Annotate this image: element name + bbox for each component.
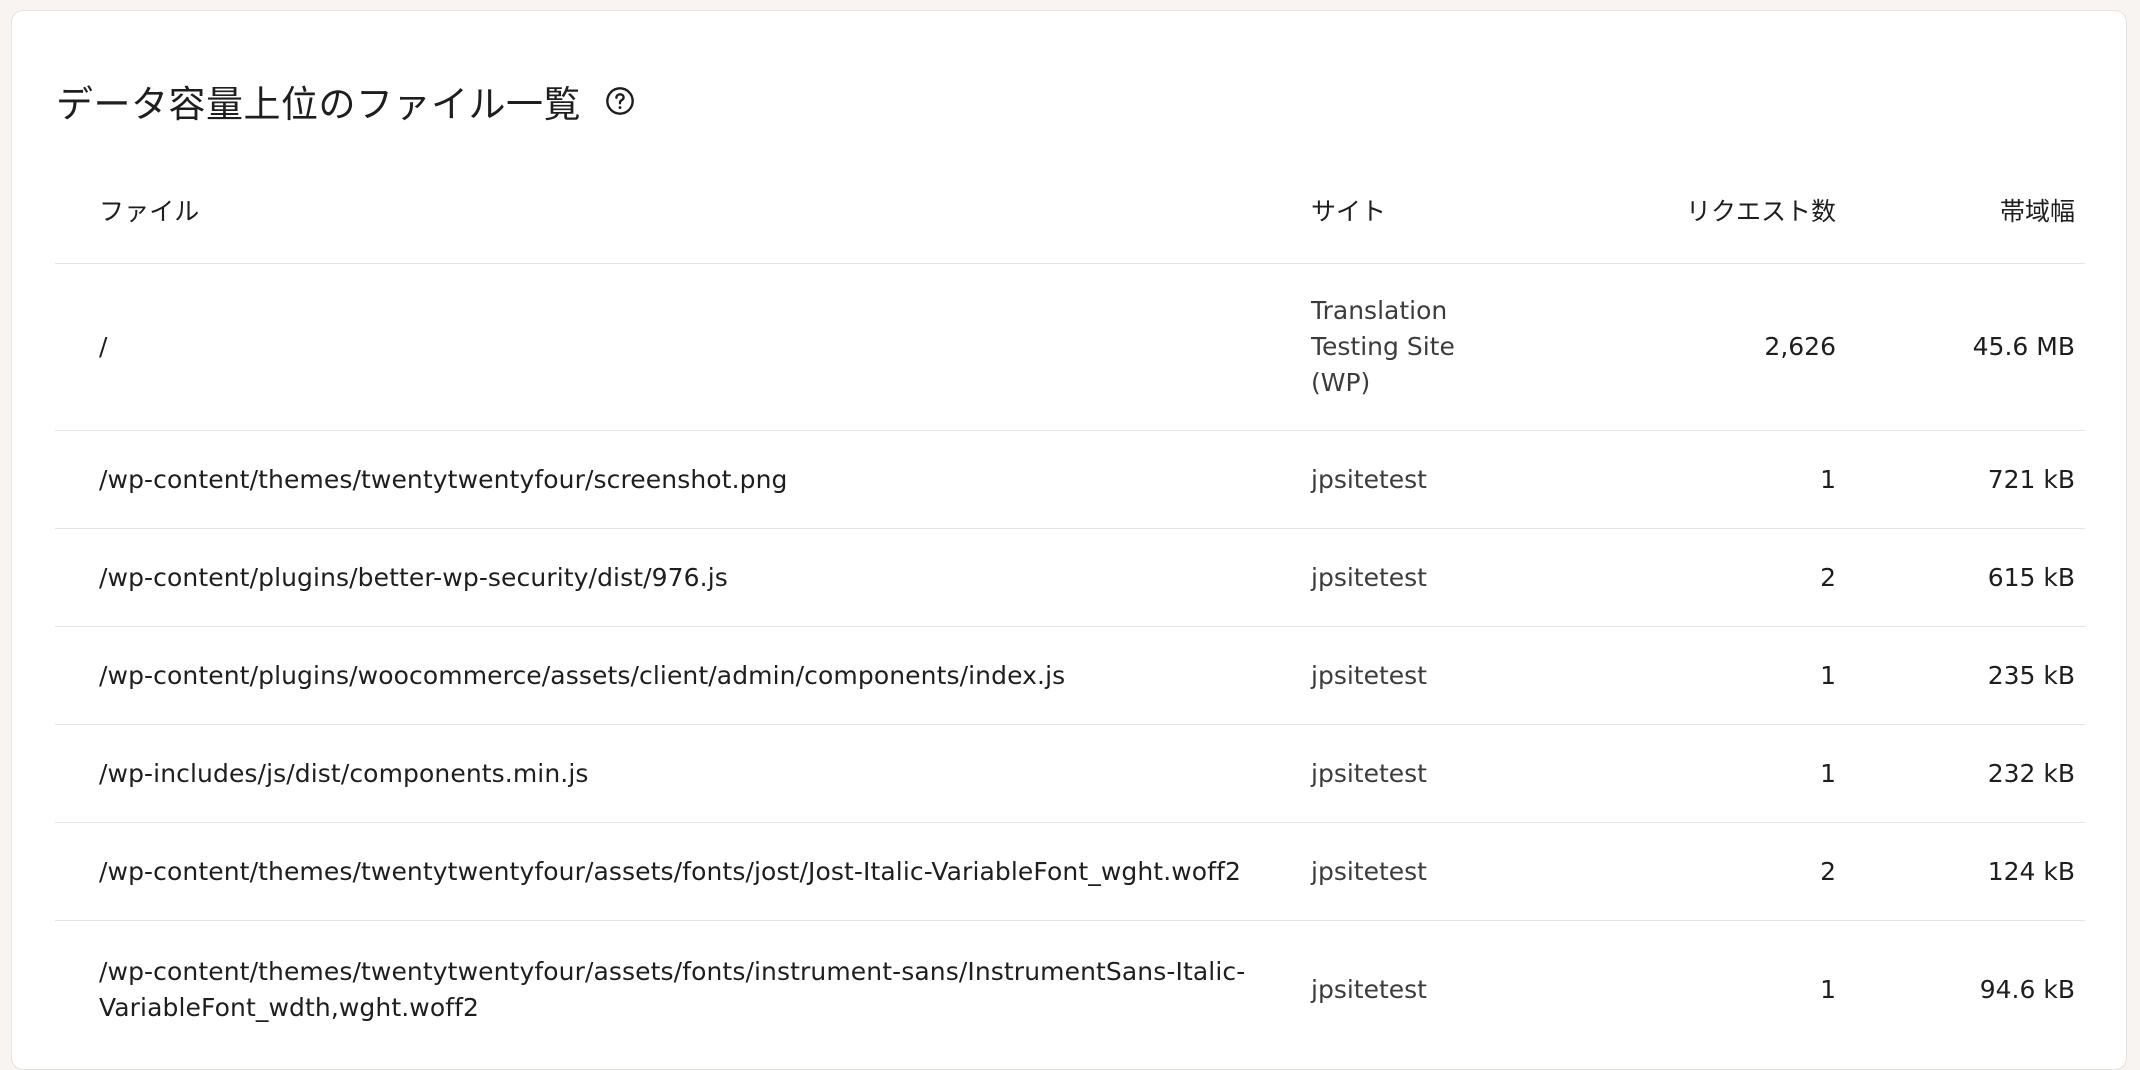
table-row: /wp-content/themes/twentytwentyfour/asse… (55, 921, 2085, 1058)
card-title: データ容量上位のファイル一覧 (56, 83, 581, 126)
bandwidth-value: 232 kB (1987, 758, 2075, 788)
column-header-requests: リクエスト数 (1685, 197, 1836, 226)
table-row: /wp-content/themes/twentytwentyfour/scre… (55, 431, 2085, 529)
bandwidth-value: 615 kB (1987, 562, 2075, 592)
bandwidth-value: 721 kB (1987, 464, 2075, 494)
request-count: 2,626 (1764, 332, 1836, 361)
site-name: jpsitetest (1311, 660, 1427, 690)
bandwidth-value: 124 kB (1987, 856, 2075, 886)
table-row: / Translation Testing Site (WP) 2,626 45… (55, 264, 2085, 431)
site-name: jpsitetest (1311, 464, 1427, 494)
request-count: 2 (1820, 856, 1836, 886)
files-table: ファイル サイト リクエスト数 帯域幅 / Translation Testin… (55, 161, 2085, 1058)
site-name: jpsitetest (1311, 562, 1427, 592)
file-path: /wp-content/plugins/better-wp-security/d… (99, 562, 728, 592)
top-files-card: データ容量上位のファイル一覧 ファイル サイト リクエスト数 帯域幅 / Tra… (11, 10, 2127, 1070)
table-row: /wp-content/themes/twentytwentyfour/asse… (55, 823, 2085, 921)
request-count: 2 (1820, 562, 1836, 592)
file-path: / (99, 332, 108, 361)
column-header-bandwidth: 帯域幅 (1999, 197, 2075, 226)
site-name: jpsitetest (1311, 758, 1427, 788)
file-path: /wp-content/plugins/woocommerce/assets/c… (99, 660, 1066, 690)
table-row: /wp-content/plugins/woocommerce/assets/c… (55, 627, 2085, 725)
file-path: /wp-content/themes/twentytwentyfour/asse… (99, 856, 1241, 886)
request-count: 1 (1820, 758, 1836, 788)
table-row: /wp-content/plugins/better-wp-security/d… (55, 529, 2085, 627)
site-name: jpsitetest (1311, 856, 1427, 886)
file-path: /wp-includes/js/dist/components.min.js (99, 758, 589, 788)
file-path: /wp-content/themes/twentytwentyfour/asse… (99, 956, 1246, 1022)
card-header: データ容量上位のファイル一覧 (56, 69, 637, 133)
table-header-row: ファイル サイト リクエスト数 帯域幅 (55, 161, 2085, 264)
file-path: /wp-content/themes/twentytwentyfour/scre… (99, 464, 788, 494)
request-count: 1 (1820, 464, 1836, 494)
bandwidth-value: 45.6 MB (1972, 332, 2075, 361)
column-header-site: サイト (1311, 197, 1387, 226)
request-count: 1 (1820, 974, 1836, 1004)
site-name: Translation Testing Site (WP) (1311, 296, 1455, 397)
site-name: jpsitetest (1311, 974, 1427, 1004)
bandwidth-value: 94.6 kB (1979, 974, 2075, 1004)
column-header-file: ファイル (99, 197, 200, 226)
request-count: 1 (1820, 660, 1836, 690)
help-icon[interactable] (603, 84, 637, 118)
table-row: /wp-includes/js/dist/components.min.js j… (55, 725, 2085, 823)
bandwidth-value: 235 kB (1987, 660, 2075, 690)
